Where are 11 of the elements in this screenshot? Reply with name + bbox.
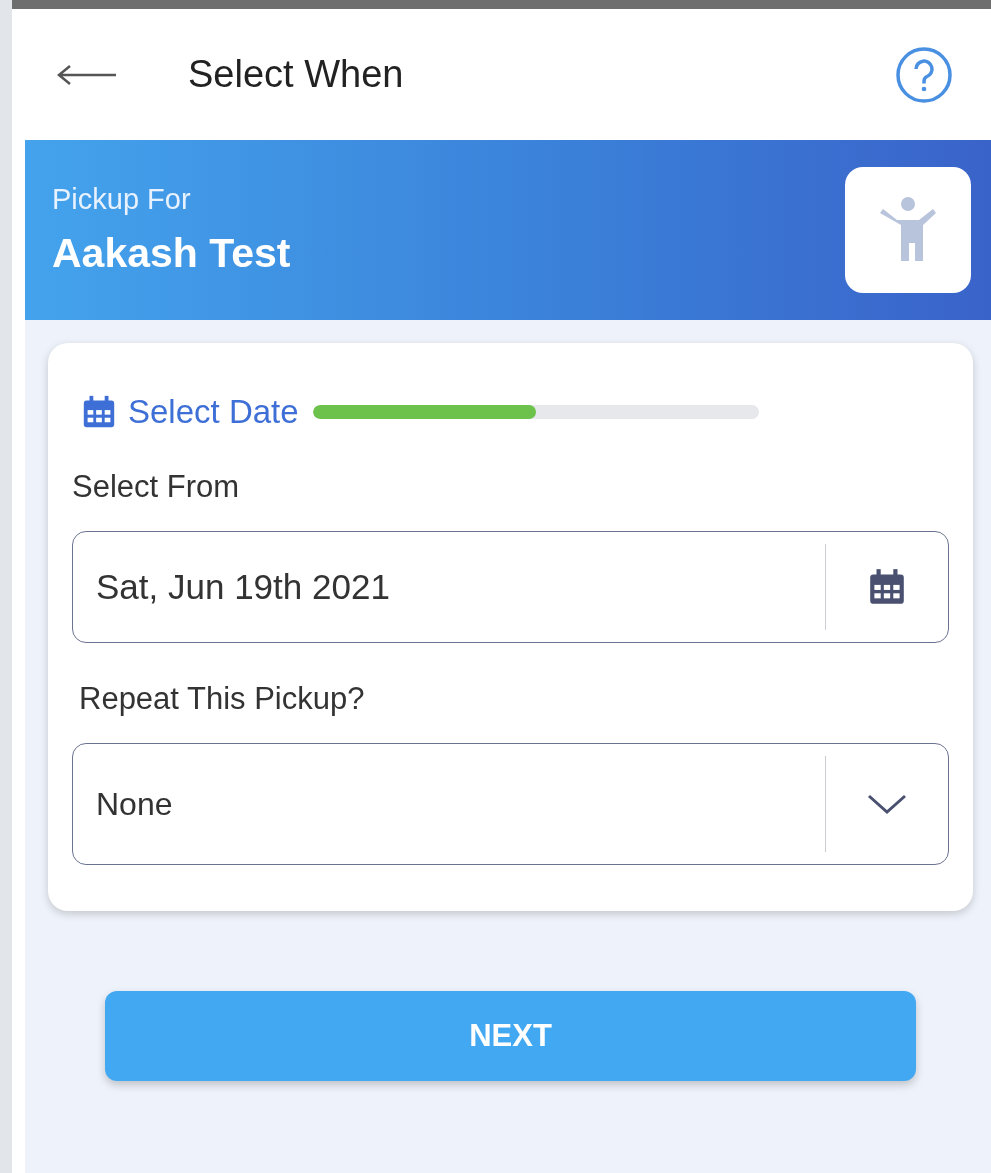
person-name: Aakash Test [52, 230, 292, 277]
field-label: Repeat This Pickup? [79, 681, 366, 717]
step-label: Select Date [128, 393, 299, 431]
back-arrow-icon[interactable] [56, 62, 118, 87]
screen-title: Select When [188, 53, 405, 96]
dropdown-field[interactable]: None [72, 743, 949, 865]
pickup-for-label: Pickup For [52, 183, 192, 216]
chevron-down-icon [867, 793, 907, 815]
date-field[interactable]: Sat, Jun 19th 2021 [72, 531, 949, 643]
field-label: Select From [72, 469, 241, 505]
help-icon[interactable] [895, 45, 953, 104]
